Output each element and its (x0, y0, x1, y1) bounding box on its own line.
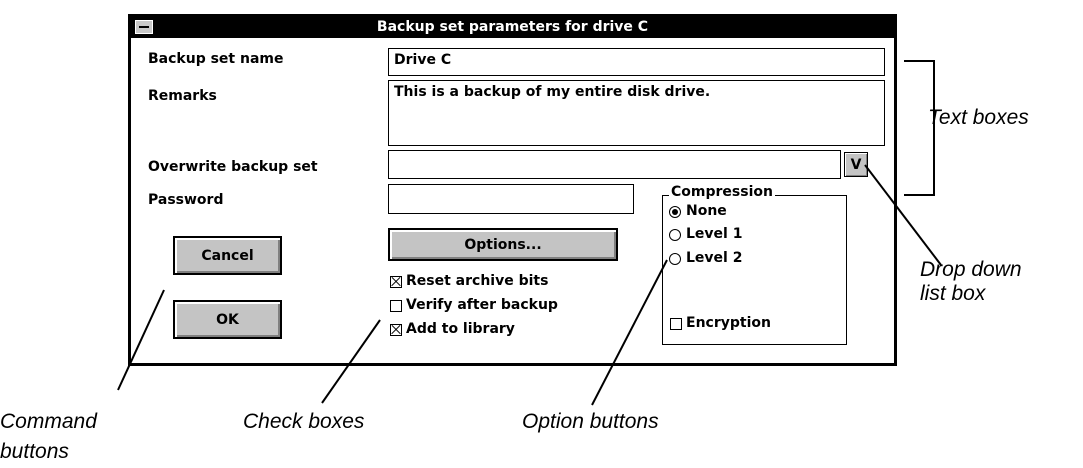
callout-drop-down-line1: Drop down (920, 258, 1022, 281)
callout-option-buttons: Option buttons (522, 410, 659, 433)
check-boxes-leader (321, 319, 381, 404)
callout-command-buttons-line1: Command (0, 410, 97, 433)
drop-down-leader (864, 164, 942, 266)
option-buttons-leader (591, 259, 668, 406)
callout-lines (117, 60, 942, 406)
command-buttons-leader (117, 289, 165, 391)
callout-command-buttons-line2: buttons (0, 440, 69, 463)
callout-drop-down-line2: list box (920, 282, 986, 305)
callout-text-boxes: Text boxes (928, 106, 1029, 129)
callout-check-boxes: Check boxes (243, 410, 365, 433)
